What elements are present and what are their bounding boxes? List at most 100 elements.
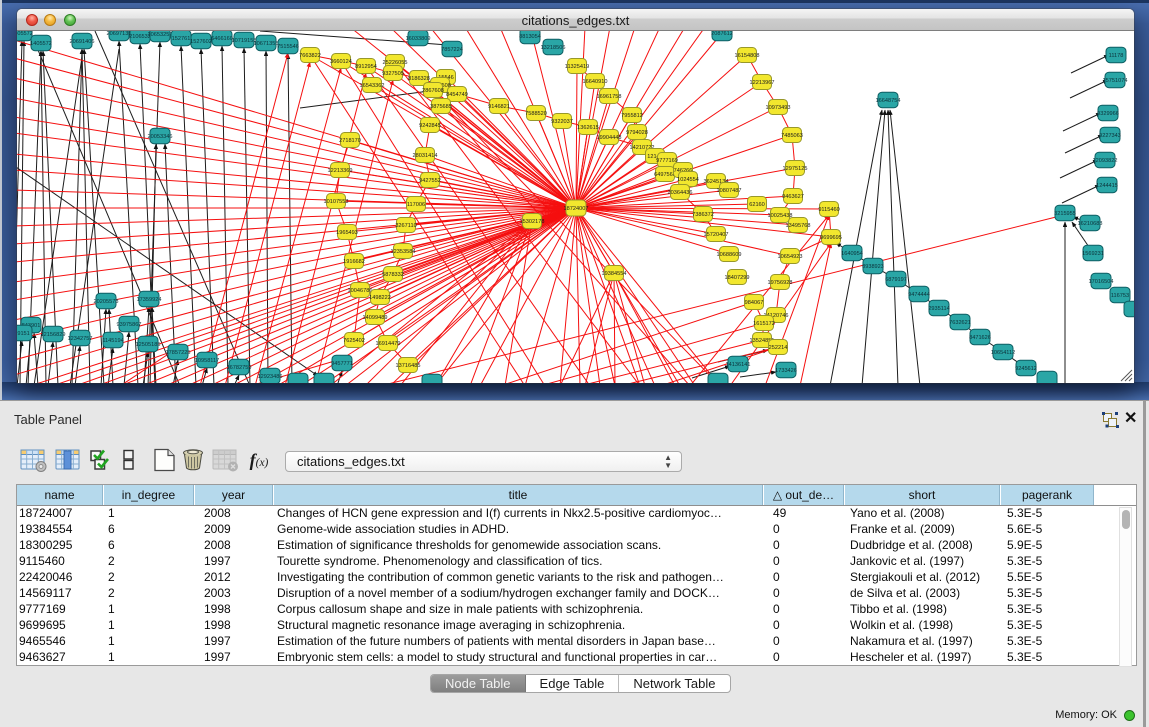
svg-text:18407299: 18407299 [725,275,750,281]
svg-text:6879197: 6879197 [885,277,907,283]
svg-text:12342757: 12342757 [68,336,93,342]
svg-text:15302178: 15302178 [520,219,545,225]
svg-text:16640910: 16640910 [583,79,608,85]
svg-text:13218506: 13218506 [541,45,566,51]
svg-text:16210683: 16210683 [1078,221,1103,227]
svg-text:19904448: 19904448 [597,135,622,141]
svg-text:18724007: 18724007 [564,206,589,212]
svg-text:16033809: 16033809 [406,36,431,42]
svg-text:9242845: 9242845 [419,123,441,129]
svg-text:28031414: 28031414 [413,153,438,159]
svg-text:20697135: 20697135 [107,31,132,37]
svg-text:117006: 117006 [407,202,425,208]
svg-text:1569231: 1569231 [1082,251,1104,257]
svg-text:9794028: 9794028 [626,130,648,136]
svg-text:16914479: 16914479 [376,341,401,347]
svg-text:3660124: 3660124 [330,59,352,65]
svg-text:10654923: 10654923 [778,254,803,260]
svg-text:14136141: 14136141 [726,362,751,368]
svg-text:1640954: 1640954 [841,251,863,257]
svg-text:8471626: 8471626 [969,335,991,341]
svg-text:1405572: 1405572 [30,41,52,47]
svg-text:10958117: 10958117 [195,358,219,364]
svg-text:7485063: 7485063 [781,133,803,139]
svg-text:12093822: 12093822 [1093,158,1118,164]
svg-text:6466160: 6466160 [211,36,233,42]
svg-text:1024554: 1024554 [677,177,699,183]
svg-text:9427552: 9427552 [419,178,441,184]
svg-text:1527602: 1527602 [190,39,212,45]
svg-text:2718170: 2718170 [339,138,361,144]
svg-text:10107553: 10107553 [324,199,349,205]
svg-text:9322037: 9322037 [551,119,573,125]
svg-text:9245612: 9245612 [1015,366,1037,372]
svg-text:12213369: 12213369 [328,168,353,174]
svg-text:9227343: 9227343 [1099,133,1121,139]
svg-text:13716485: 13716485 [396,363,421,369]
svg-text:20691406: 20691406 [70,39,95,45]
svg-text:10654112: 10654112 [991,350,1015,356]
svg-text:1965493: 1965493 [336,230,358,236]
svg-text:7588520: 7588520 [525,111,547,117]
svg-text:16961758: 16961758 [597,94,622,100]
svg-text:1244415: 1244415 [1096,183,1118,189]
svg-text:1362615: 1362615 [577,125,599,131]
svg-text:15720407: 15720407 [704,232,729,238]
svg-text:93975867: 93975867 [117,322,142,328]
svg-text:12975125: 12975125 [783,166,808,172]
svg-text:16648754: 16648754 [876,98,901,104]
svg-text:7625402: 7625402 [343,338,365,344]
svg-text:11178: 11178 [1109,53,1124,59]
svg-text:116753: 116753 [1111,293,1129,299]
svg-text:1498222: 1498222 [369,295,391,301]
svg-text:6497568: 6497568 [654,172,676,178]
svg-text:1615172: 1615172 [753,321,775,327]
svg-text:39151: 39151 [17,331,30,337]
svg-text:8186328: 8186328 [408,76,430,82]
svg-text:1916682: 1916682 [343,259,365,265]
svg-text:9457771: 9457771 [331,361,353,367]
svg-text:252214: 252214 [769,345,788,351]
svg-text:13495768: 13495768 [786,223,811,229]
svg-text:16543362: 16543362 [360,83,385,89]
svg-text:19756928: 19756928 [768,280,793,286]
svg-text:7663822: 7663822 [299,53,321,59]
svg-text:12505185: 12505185 [136,342,161,348]
svg-text:7515546: 7515546 [277,44,299,50]
svg-text:12213967: 12213967 [750,80,775,86]
svg-text:17857225: 17857225 [166,350,191,356]
svg-text:12156829: 12156829 [41,332,66,338]
svg-text:10688609: 10688609 [717,252,742,258]
svg-text:20205578: 20205578 [94,299,119,305]
svg-text:9474444: 9474444 [908,292,930,298]
svg-text:16782759: 16782759 [227,365,252,371]
svg-text:16154808: 16154808 [735,53,760,59]
svg-text:8912954: 8912954 [355,64,377,70]
svg-text:2867608: 2867608 [422,88,444,94]
svg-text:10671355: 10671355 [254,41,279,47]
svg-text:152761: 152761 [172,36,191,42]
svg-text:7857224: 7857224 [441,47,463,53]
svg-text:9777169: 9777169 [656,158,678,164]
svg-text:5878332: 5878332 [382,272,404,278]
svg-text:9115460: 9115460 [818,207,839,213]
svg-text:3267110: 3267110 [395,223,416,229]
svg-text:3875685: 3875685 [430,104,452,110]
svg-text:12923486: 12923486 [258,374,283,380]
svg-text:1405572: 1405572 [17,31,33,37]
svg-text:14099489: 14099489 [363,315,388,321]
svg-text:8938923: 8938923 [862,264,884,270]
svg-text:1145194: 1145194 [102,338,123,344]
svg-text:9329966: 9329966 [1097,111,1119,117]
svg-text:20053346: 20053346 [148,134,173,140]
svg-text:7632621: 7632621 [949,320,971,326]
svg-text:9699695: 9699695 [820,235,842,241]
svg-text:17359924: 17359924 [137,297,162,303]
svg-text:7955812: 7955812 [621,113,643,119]
svg-text:62160: 62160 [749,202,765,208]
svg-text:10653257: 10653257 [148,32,173,38]
svg-text:2935114: 2935114 [928,306,949,312]
svg-text:7386372: 7386372 [692,212,714,218]
svg-text:12353584: 12353584 [391,249,416,255]
svg-text:10973493: 10973493 [766,105,791,111]
